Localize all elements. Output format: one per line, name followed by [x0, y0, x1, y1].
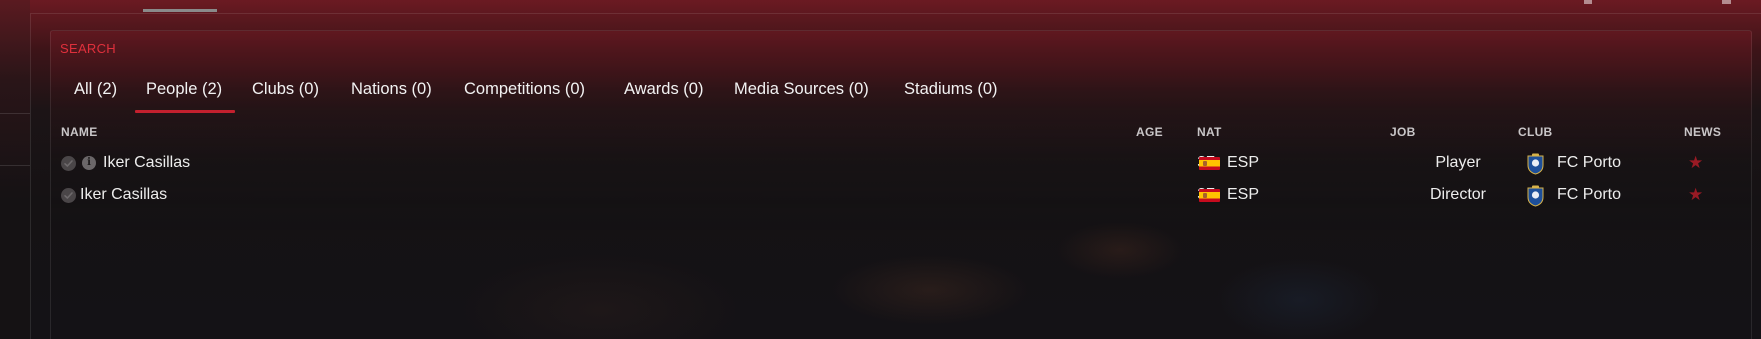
- column-header-club[interactable]: CLUB: [1518, 125, 1553, 139]
- tab-media-sources[interactable]: Media Sources (0): [734, 78, 869, 114]
- person-name[interactable]: Iker Casillas: [103, 148, 190, 178]
- active-tab-underline: [135, 110, 235, 113]
- tab-competitions[interactable]: Competitions (0): [464, 78, 585, 114]
- person-name[interactable]: Iker Casillas: [80, 180, 167, 210]
- person-club[interactable]: FC Porto: [1557, 180, 1621, 210]
- panel-title: SEARCH: [60, 41, 116, 56]
- tab-nations[interactable]: Nations (0): [351, 78, 432, 114]
- fc-porto-badge-icon: [1526, 153, 1545, 175]
- spain-flag-icon: [1199, 189, 1220, 202]
- column-header-name[interactable]: NAME: [61, 125, 98, 139]
- table-row[interactable]: Iker Casillas 37 ESP Director FC Porto ★: [56, 180, 1746, 210]
- person-nationality[interactable]: ESP: [1227, 180, 1259, 210]
- sidebar-divider: [0, 113, 30, 114]
- left-sidebar-edge: [0, 0, 30, 339]
- tab-clubs[interactable]: Clubs (0): [252, 78, 319, 114]
- column-header-age[interactable]: AGE: [1136, 125, 1163, 139]
- check-circle-icon[interactable]: [61, 156, 76, 171]
- tab-people[interactable]: People (2): [146, 78, 222, 114]
- tab-all[interactable]: All (2): [74, 78, 117, 114]
- sidebar-divider: [0, 165, 30, 166]
- check-circle-icon[interactable]: [61, 188, 76, 203]
- star-icon[interactable]: ★: [1688, 180, 1703, 210]
- top-bar-icon[interactable]: [1584, 0, 1592, 4]
- spain-flag-icon: [1199, 157, 1220, 170]
- star-icon[interactable]: ★: [1688, 148, 1703, 178]
- fc-porto-badge-icon: [1526, 185, 1545, 207]
- table-row[interactable]: i Iker Casillas 37 ESP Player FC Porto ★: [56, 148, 1746, 178]
- person-club[interactable]: FC Porto: [1557, 148, 1621, 178]
- tab-awards[interactable]: Awards (0): [624, 78, 703, 114]
- top-nav-active-indicator: [143, 9, 217, 12]
- info-icon[interactable]: i: [82, 156, 96, 170]
- tab-stadiums[interactable]: Stadiums (0): [904, 78, 998, 114]
- column-header-job[interactable]: JOB: [1390, 125, 1416, 139]
- top-bar-icon[interactable]: [1722, 0, 1731, 4]
- column-header-news[interactable]: NEWS: [1684, 125, 1721, 139]
- column-header-nat[interactable]: NAT: [1197, 125, 1222, 139]
- person-nationality[interactable]: ESP: [1227, 148, 1259, 178]
